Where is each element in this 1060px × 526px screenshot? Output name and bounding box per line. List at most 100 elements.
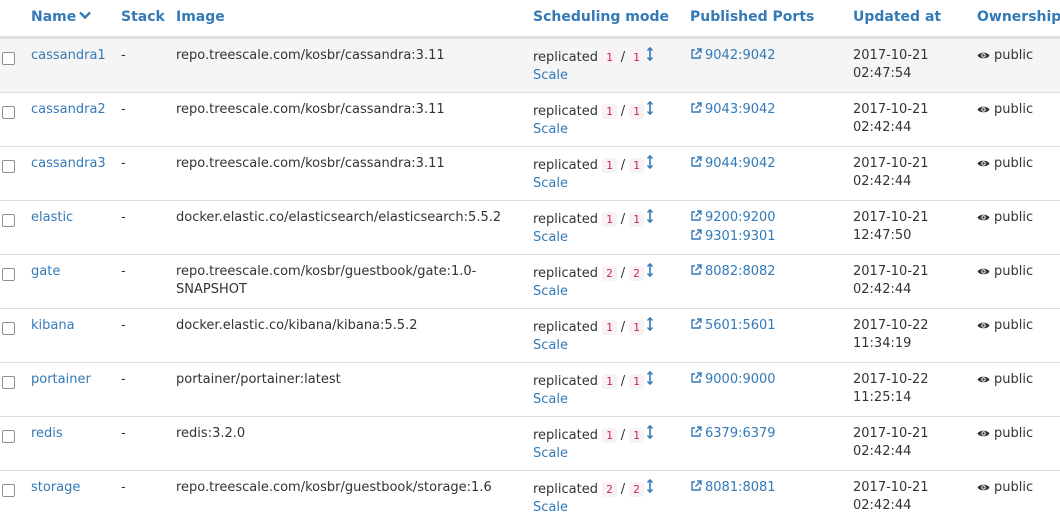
scale-link[interactable]: Scale	[533, 337, 653, 355]
column-header-name[interactable]: Name	[31, 9, 92, 25]
scale-link[interactable]: Scale	[533, 283, 653, 301]
service-name-link[interactable]: redis	[31, 425, 63, 443]
port-link[interactable]: 9200:9200	[690, 209, 776, 228]
port-link[interactable]: 6379:6379	[690, 425, 776, 444]
eye-icon	[977, 48, 990, 66]
port-link[interactable]: 8082:8082	[690, 263, 776, 282]
port-label: 6379:6379	[705, 426, 776, 441]
column-header-ownership[interactable]: Ownership	[977, 9, 1060, 25]
service-image: docker.elastic.co/kibana/kibana:5.5.2	[176, 318, 418, 333]
service-name-link[interactable]: cassandra3	[31, 155, 106, 173]
updated-date: 2017-10-21	[853, 426, 929, 441]
service-name-link[interactable]: gate	[31, 263, 60, 281]
row-select-checkbox[interactable]	[2, 268, 15, 281]
port-link[interactable]: 5601:5601	[690, 317, 776, 336]
updated-time: 12:47:50	[853, 228, 912, 243]
port-link[interactable]: 8081:8081	[690, 479, 776, 498]
ownership-cell: public	[977, 317, 1033, 336]
column-header-scheduling[interactable]: Scheduling mode	[533, 9, 669, 25]
port-label: 9044:9042	[705, 156, 776, 171]
scheduling-mode: replicated	[533, 158, 598, 173]
port-link[interactable]: 9043:9042	[690, 101, 776, 120]
scale-link[interactable]: Scale	[533, 229, 653, 247]
updated-at: 2017-10-21 02:42:44	[853, 263, 963, 299]
updated-at: 2017-10-21 02:42:44	[853, 155, 963, 191]
service-name-link[interactable]: portainer	[31, 371, 91, 389]
desired-replicas-badge: 1	[629, 428, 644, 443]
service-image: redis:3.2.0	[176, 426, 246, 441]
scale-link[interactable]: Scale	[533, 499, 653, 517]
ownership-label: public	[994, 426, 1034, 441]
scale-link[interactable]: Scale	[533, 391, 653, 409]
published-ports: 5601:5601	[690, 317, 820, 336]
service-stack: -	[121, 372, 126, 387]
scale-link[interactable]: Scale	[533, 121, 653, 139]
desired-replicas-badge: 2	[629, 266, 644, 281]
ownership-label: public	[994, 372, 1034, 387]
service-image: repo.treescale.com/kosbr/guestbook/stora…	[176, 480, 492, 495]
service-stack: -	[121, 264, 126, 279]
eye-icon	[977, 318, 990, 336]
column-header-image[interactable]: Image	[176, 9, 225, 25]
port-link[interactable]: 9042:9042	[690, 47, 776, 66]
sort-arrows-icon	[646, 46, 653, 64]
updated-date: 2017-10-22	[853, 318, 929, 333]
row-select-checkbox[interactable]	[2, 376, 15, 389]
row-select-checkbox[interactable]	[2, 484, 15, 497]
table-row: kibana - docker.elastic.co/kibana/kibana:5…	[0, 308, 1060, 362]
column-header-ports[interactable]: Published Ports	[690, 9, 814, 25]
published-ports: 6379:6379	[690, 425, 820, 444]
column-header-updated[interactable]: Updated at	[853, 9, 941, 25]
row-select-checkbox[interactable]	[2, 160, 15, 173]
table-row: cassandra3- repo.treescale.com/kosbr/cass…	[0, 146, 1060, 200]
table-row: gate - repo.treescale.com/kosbr/guestbook/…	[0, 254, 1060, 308]
updated-date: 2017-10-21	[853, 480, 929, 495]
column-header-stack[interactable]: Stack	[121, 9, 165, 25]
scheduling-cell: replicated 2/2 Scale	[533, 478, 653, 517]
service-stack: -	[121, 210, 126, 225]
published-ports: 9044:9042	[690, 155, 820, 174]
row-select-checkbox[interactable]	[2, 214, 15, 227]
external-link-icon	[690, 480, 702, 498]
updated-time: 11:25:14	[853, 390, 912, 405]
scale-link[interactable]: Scale	[533, 67, 653, 85]
scheduling-mode: replicated	[533, 50, 598, 65]
scheduling-mode: replicated	[533, 212, 598, 227]
running-replicas-badge: 1	[602, 374, 617, 389]
row-select-checkbox[interactable]	[2, 106, 15, 119]
port-link[interactable]: 9301:9301	[690, 228, 776, 247]
service-name-link[interactable]: cassandra2	[31, 101, 106, 119]
service-image: portainer/portainer:latest	[176, 372, 341, 387]
row-select-checkbox[interactable]	[2, 52, 15, 65]
external-link-icon	[690, 229, 702, 247]
service-name-link[interactable]: cassandra1	[31, 47, 106, 65]
updated-date: 2017-10-21	[853, 210, 929, 225]
service-stack: -	[121, 102, 126, 117]
port-link[interactable]: 9000:9000	[690, 371, 776, 390]
external-link-icon	[690, 210, 702, 228]
ownership-cell: public	[977, 371, 1033, 390]
sort-arrows-icon	[646, 262, 653, 280]
table-row: elastic - docker.elastic.co/elasticsearch/…	[0, 200, 1060, 254]
service-name-link[interactable]: storage	[31, 479, 80, 497]
updated-date: 2017-10-21	[853, 48, 929, 63]
updated-date: 2017-10-21	[853, 102, 929, 117]
service-stack: -	[121, 480, 126, 495]
service-name-link[interactable]: kibana	[31, 317, 75, 335]
updated-date: 2017-10-21	[853, 264, 929, 279]
updated-at: 2017-10-22 11:34:19	[853, 317, 963, 353]
port-link[interactable]: 9044:9042	[690, 155, 776, 174]
updated-time: 02:42:44	[853, 498, 912, 513]
service-stack: -	[121, 318, 126, 333]
replica-separator: /	[620, 158, 626, 173]
scheduling-mode: replicated	[533, 482, 598, 497]
row-select-checkbox[interactable]	[2, 430, 15, 443]
ownership-cell: public	[977, 209, 1033, 228]
scale-link[interactable]: Scale	[533, 175, 653, 193]
service-name-link[interactable]: elastic	[31, 209, 73, 227]
row-select-checkbox[interactable]	[2, 322, 15, 335]
table-row: cassandra2- repo.treescale.com/kosbr/cass…	[0, 92, 1060, 146]
replica-separator: /	[620, 266, 626, 281]
ownership-label: public	[994, 48, 1034, 63]
scale-link[interactable]: Scale	[533, 445, 653, 463]
